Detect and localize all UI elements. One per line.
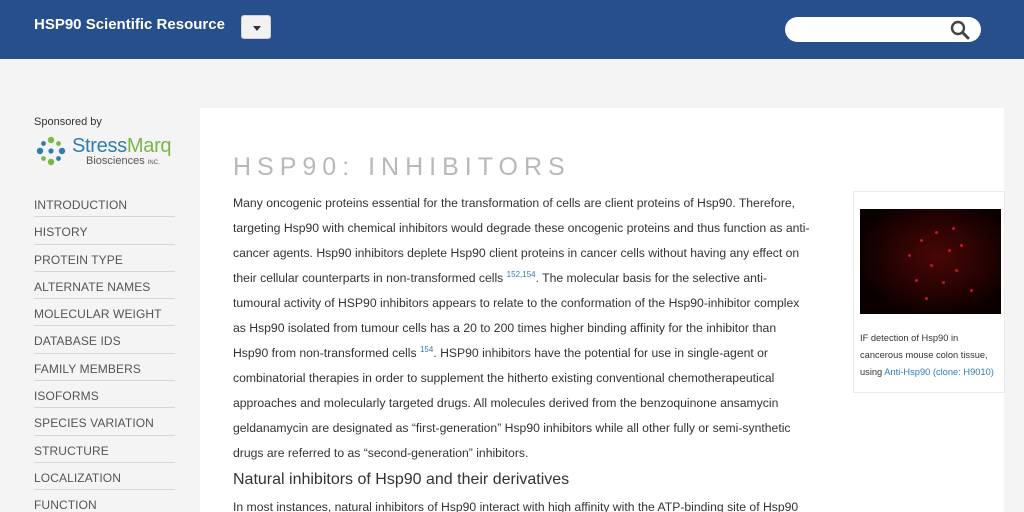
stressmarq-logo-icon [36,136,66,166]
sidebar-item-isoforms[interactable]: ISOFORMS [34,381,175,409]
sidebar-item-molecular-weight[interactable]: MOLECULAR WEIGHT [34,299,175,327]
page-title: HSP90: INHIBITORS [233,153,571,181]
sidebar-item-family-members[interactable]: FAMILY MEMBERS [34,354,175,382]
sidebar-item-structure[interactable]: STRUCTURE [34,436,175,463]
sidebar-item-species-variation[interactable]: SPECIES VARIATION [34,408,175,436]
sidebar-item-protein-type[interactable]: PROTEIN TYPE [34,245,175,272]
reference-link[interactable]: 152,154 [507,270,536,279]
figure-image[interactable] [860,209,1001,314]
section-heading: Natural inhibitors of Hsp90 and their de… [233,471,570,488]
figure-caption: IF detection of Hsp90 in cancerous mouse… [860,333,994,377]
menu-dropdown-button[interactable] [241,15,271,39]
reference-link[interactable]: 154 [420,345,433,354]
sidebar-item-alternate-names[interactable]: ALTERNATE NAMES [34,272,175,300]
section-paragraph: In most instances, natural inhibitors of… [233,500,799,512]
top-header: HSP90 Scientific Resource [0,0,1024,59]
sponsor-label: Sponsored by [34,116,102,128]
sidebar-nav: INTRODUCTION HISTORY PROTEIN TYPE ALTERN… [34,190,175,512]
logo-subtitle: Biosciences INC. [86,155,160,167]
sidebar-item-function[interactable]: FUNCTION [34,490,175,512]
search-icon[interactable] [950,20,970,40]
figure-box: IF detection of Hsp90 in cancerous mouse… [853,191,1005,393]
intro-paragraph: Many oncogenic proteins essential for th… [233,196,810,460]
sponsor-logo[interactable]: StressMarq Biosciences INC. [34,132,184,172]
sidebar-item-introduction[interactable]: INTRODUCTION [34,190,175,218]
sidebar-item-history[interactable]: HISTORY [34,217,175,245]
sidebar-item-database-ids[interactable]: DATABASE IDS [34,326,175,354]
antibody-link[interactable]: Anti-Hsp90 (clone: H9010) [884,367,994,377]
sidebar-item-localization[interactable]: LOCALIZATION [34,463,175,491]
site-brand[interactable]: HSP90 Scientific Resource [34,16,225,33]
